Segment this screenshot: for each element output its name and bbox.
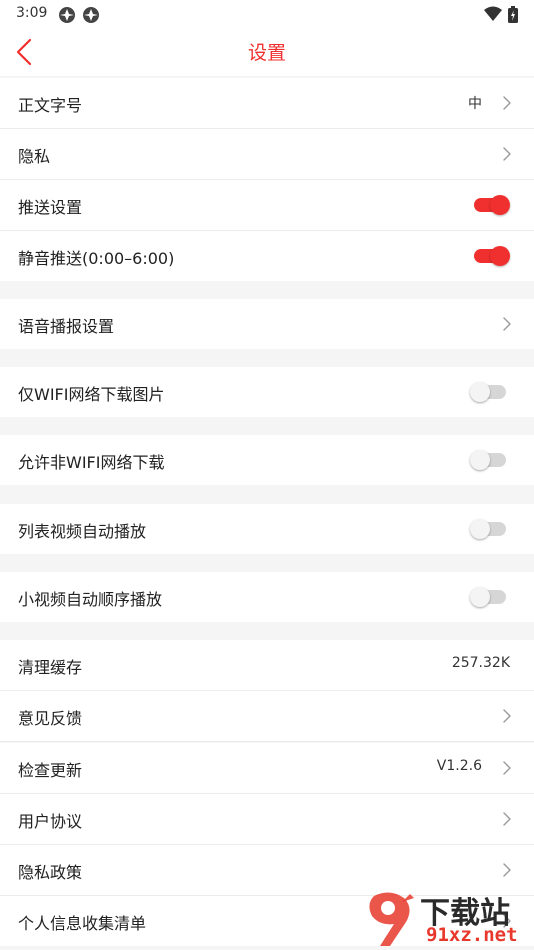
settings-row-label: 隐私 <box>18 147 51 166</box>
status-bar: 3:09 <box>0 0 534 28</box>
settings-row-label: 用户协议 <box>18 812 83 831</box>
toggle-knob <box>470 382 490 402</box>
settings-row-list-video-autoplay[interactable]: 列表视频自动播放 <box>0 504 534 554</box>
settings-row-clear-cache[interactable]: 清理缓存 257.32K <box>0 640 534 690</box>
status-time: 3:09 <box>16 5 48 21</box>
settings-row-label: 正文字号 <box>18 96 83 115</box>
settings-row-wifi-images[interactable]: 仅WIFI网络下载图片 <box>0 367 534 417</box>
chevron-right-icon <box>503 709 511 723</box>
settings-row-quiet-push[interactable]: 静音推送(0:00–6:00) <box>0 231 534 281</box>
settings-row-label: 个人信息收集清单 <box>18 914 147 933</box>
settings-row-short-video-autoplay[interactable]: 小视频自动顺序播放 <box>0 572 534 622</box>
settings-row-value: 257.32K <box>451 655 510 671</box>
wifi-signal-icon <box>484 6 502 26</box>
chevron-right-icon <box>503 812 511 826</box>
settings-row-label: 列表视频自动播放 <box>18 522 147 541</box>
nav-bar: 设置 <box>0 28 534 76</box>
toggle-switch[interactable] <box>470 246 510 266</box>
settings-row-feedback[interactable]: 意见反馈 <box>0 691 534 741</box>
toggle-switch[interactable] <box>470 195 510 215</box>
app-notification-icon <box>58 6 76 28</box>
chevron-right-icon <box>503 863 511 877</box>
toggle-switch[interactable] <box>470 382 510 402</box>
settings-row-label: 允许非WIFI网络下载 <box>18 453 165 472</box>
watermark: 下载站 91xz.net <box>360 888 534 950</box>
chevron-right-icon <box>503 317 511 331</box>
watermark-logo-icon <box>369 892 414 946</box>
settings-row-font-size[interactable]: 正文字号 中 <box>0 78 534 128</box>
row-divider <box>0 741 534 742</box>
settings-row-voice-broadcast[interactable]: 语音播报设置 <box>0 299 534 349</box>
watermark-url: 91xz.net <box>426 924 518 946</box>
settings-row-label: 推送设置 <box>18 198 83 217</box>
chevron-right-icon <box>503 147 511 161</box>
app-notification-icon <box>82 6 100 28</box>
toggle-knob <box>470 450 490 470</box>
settings-row-user-agreement[interactable]: 用户协议 <box>0 794 534 844</box>
toggle-switch[interactable] <box>470 519 510 539</box>
settings-row-non-wifi-download[interactable]: 允许非WIFI网络下载 <box>0 435 534 485</box>
settings-row-push-settings[interactable]: 推送设置 <box>0 180 534 230</box>
settings-row-label: 语音播报设置 <box>18 317 115 336</box>
toggle-switch[interactable] <box>470 450 510 470</box>
settings-row-label: 检查更新 <box>18 761 83 780</box>
settings-row-label: 隐私政策 <box>18 863 83 882</box>
toggle-knob <box>470 587 490 607</box>
page-title: 设置 <box>247 42 286 64</box>
settings-row-check-update[interactable]: 检查更新 V1.2.6 <box>0 743 534 793</box>
toggle-knob <box>490 195 510 215</box>
settings-row-label: 意见反馈 <box>18 709 83 728</box>
settings-row-value: V1.2.6 <box>436 758 482 774</box>
toggle-knob <box>490 246 510 266</box>
toggle-switch[interactable] <box>470 587 510 607</box>
settings-row-label: 小视频自动顺序播放 <box>18 590 163 609</box>
settings-row-privacy[interactable]: 隐私 <box>0 129 534 179</box>
settings-row-label: 仅WIFI网络下载图片 <box>18 385 165 404</box>
settings-row-value: 中 <box>468 96 482 112</box>
settings-row-label: 清理缓存 <box>18 658 83 677</box>
toggle-knob <box>470 519 490 539</box>
chevron-right-icon <box>503 761 511 775</box>
settings-row-label: 静音推送(0:00–6:00) <box>18 249 175 268</box>
chevron-right-icon <box>503 96 511 110</box>
battery-icon <box>508 6 518 27</box>
